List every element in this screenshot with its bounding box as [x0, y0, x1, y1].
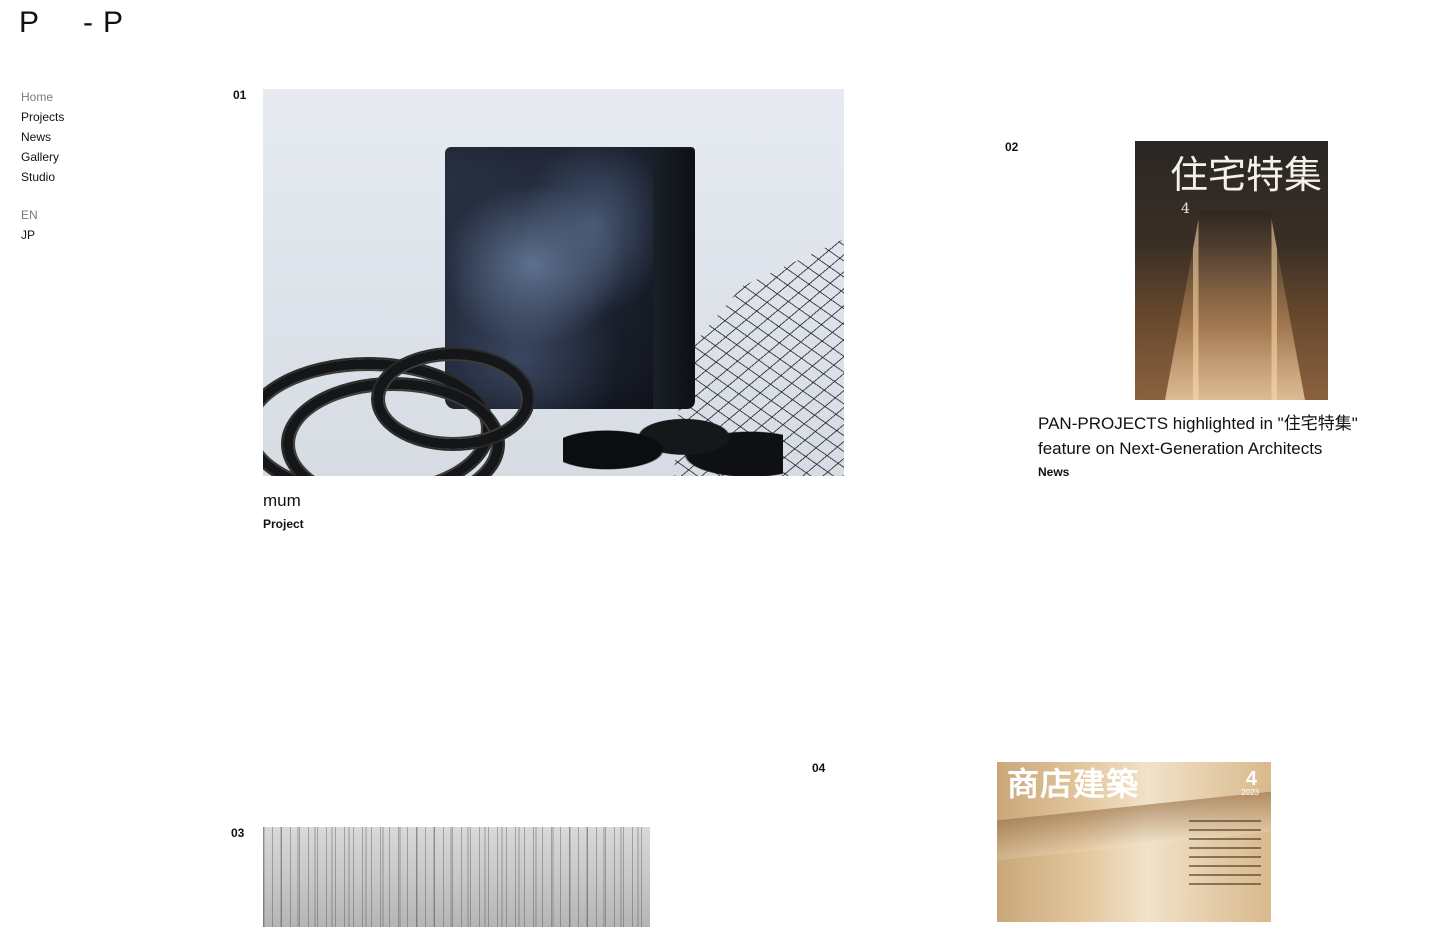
item-number: 01 — [233, 88, 247, 102]
nav-item-projects[interactable]: Projects — [21, 107, 64, 127]
item-card-forest[interactable] — [263, 827, 650, 927]
logo-letter-left: P — [19, 6, 40, 39]
nav-item-gallery[interactable]: Gallery — [21, 147, 64, 167]
item-number: 03 — [231, 826, 245, 840]
logo-dash: - — [83, 6, 94, 39]
item-category: Project — [263, 517, 304, 531]
lang-en[interactable]: EN — [21, 205, 38, 225]
cover-issue: 4 — [1181, 201, 1190, 217]
magazine-cover-image[interactable]: 住宅特集 4 — [1135, 141, 1328, 400]
main-nav: Home Projects News Gallery Studio — [21, 87, 64, 187]
logo-letter-right: P — [103, 6, 124, 39]
cover-year: 2023 — [1241, 788, 1259, 797]
cover-title: 住宅特集 — [1169, 153, 1322, 197]
item-card-mum[interactable]: mum Project — [263, 89, 844, 531]
item-card-magazine[interactable]: 商店建築 4 2023 — [997, 762, 1271, 922]
nav-item-news[interactable]: News — [21, 127, 64, 147]
language-nav: EN JP — [21, 205, 38, 245]
project-image[interactable] — [263, 827, 650, 927]
project-image[interactable] — [263, 89, 844, 476]
item-number: 02 — [1005, 140, 1019, 154]
site-logo[interactable]: P - P — [19, 6, 123, 40]
item-title[interactable]: mum — [263, 488, 844, 513]
nav-item-home[interactable]: Home — [21, 87, 64, 107]
lang-jp[interactable]: JP — [21, 225, 38, 245]
item-title[interactable]: PAN-PROJECTS highlighted in "住宅特集" featu… — [1038, 411, 1418, 461]
item-number: 04 — [812, 761, 826, 775]
item-card-news[interactable]: 住宅特集 4 PAN-PROJECTS highlighted in "住宅特集… — [1038, 141, 1418, 479]
nav-item-studio[interactable]: Studio — [21, 167, 64, 187]
cover-title: 商店建築 — [1007, 765, 1140, 803]
item-category: News — [1038, 465, 1070, 479]
magazine-cover-image[interactable]: 商店建築 4 2023 — [997, 762, 1271, 922]
